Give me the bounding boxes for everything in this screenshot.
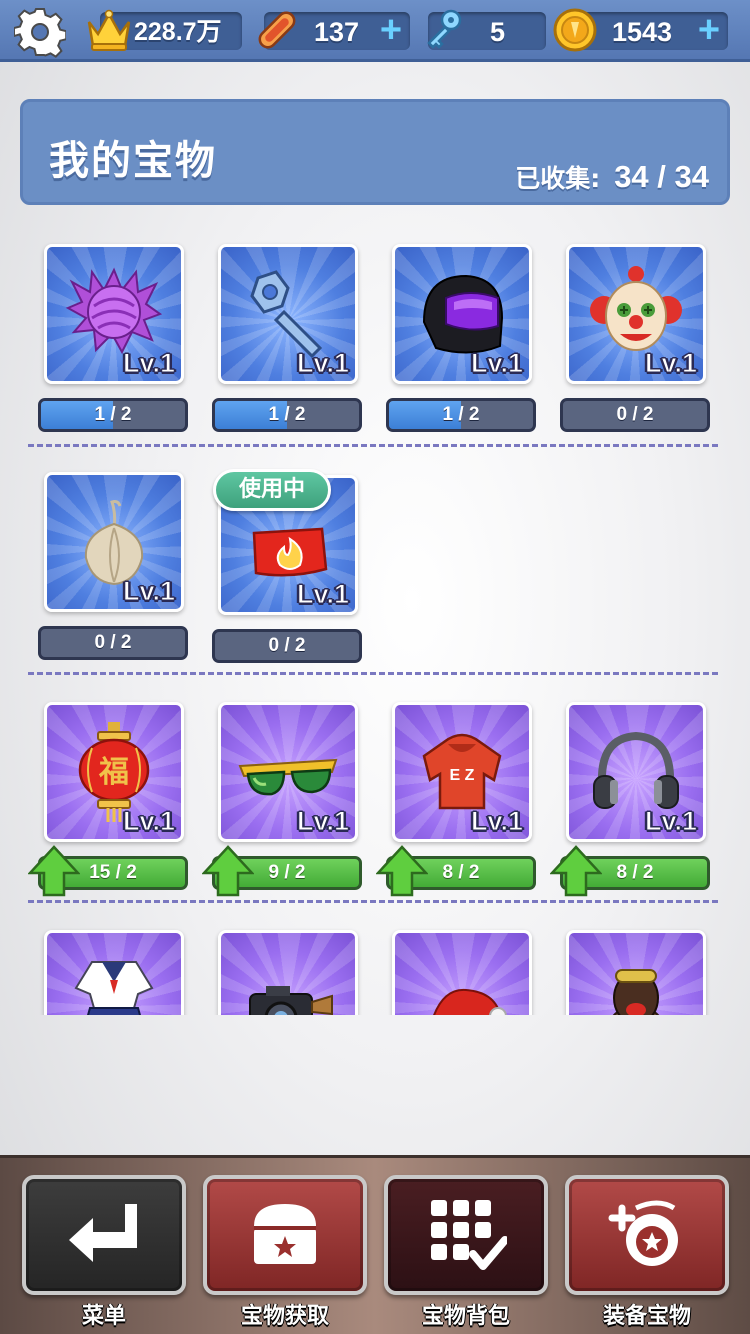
item-tile[interactable] [218, 930, 358, 1015]
menu-label: 菜单 [81, 1304, 126, 1329]
progress-text: 0 / 2 [616, 404, 654, 425]
item-level: Lv.1 [296, 348, 349, 379]
collected-value: 34 / 34 [614, 159, 709, 194]
crown-icon [87, 9, 131, 51]
treasure-acquire-button[interactable] [203, 1175, 367, 1295]
coin-icon [553, 8, 597, 52]
item-tile[interactable]: Lv.1 [566, 702, 706, 842]
skateboard-value: 137 [314, 17, 360, 47]
upgrade-arrow-icon[interactable] [376, 845, 428, 897]
item-progress-bar: 0 / 2 [38, 626, 188, 660]
item-tile[interactable] [566, 930, 706, 1015]
item-progress-bar: 1 / 2 [386, 398, 536, 432]
in-use-badge: 使用中 [213, 469, 331, 511]
equip-treasure-button[interactable] [565, 1175, 729, 1295]
progress-text: 1 / 2 [94, 404, 132, 425]
page-title: 我的宝物 [49, 138, 217, 184]
item-level: Lv.1 [296, 806, 349, 837]
sailor-uniform-icon [74, 961, 154, 1015]
item-tile[interactable] [392, 930, 532, 1015]
item-level: Lv.1 [644, 348, 697, 379]
item-tile[interactable]: 福 Lv.1 [44, 702, 184, 842]
bottom-navigation: 菜单 宝物获取 宝物背包 装备宝物 [0, 1155, 750, 1334]
item-tile[interactable]: Lv.1 [44, 472, 184, 612]
row-divider [28, 444, 718, 447]
return-arrow-icon [69, 1204, 137, 1262]
equip-treasure-icon [608, 1200, 678, 1266]
item-level: Lv.1 [122, 576, 175, 607]
treasure-bag-label: 宝物背包 [421, 1304, 510, 1329]
camera-icon [249, 986, 333, 1015]
item-progress-bar: 0 / 2 [560, 398, 710, 432]
progress-text: 0 / 2 [94, 632, 132, 653]
skateboard-icon [258, 11, 296, 49]
item-tile[interactable]: Lv.1 [218, 702, 358, 842]
grid-check-icon [431, 1200, 507, 1270]
item-tile[interactable]: Lv.1 [392, 244, 532, 384]
row-divider [28, 900, 718, 903]
treasure-header-panel: 我的宝物 已收集: 34 / 34 [20, 99, 730, 205]
item-level: Lv.1 [644, 806, 697, 837]
item-progress-bar: 0 / 2 [212, 629, 362, 663]
item-progress-bar: 1 / 2 [212, 398, 362, 432]
menu-button[interactable] [22, 1175, 186, 1295]
treasure-bag-button[interactable] [384, 1175, 548, 1295]
progress-text: 1 / 2 [442, 404, 480, 425]
crown-value: 228.7万 [134, 18, 222, 46]
progress-text: 1 / 2 [268, 404, 306, 425]
row-divider [28, 672, 718, 675]
item-level: Lv.1 [296, 579, 349, 610]
add-coin-button[interactable]: + [694, 11, 724, 49]
progress-text: 0 / 2 [268, 635, 306, 656]
upgrade-arrow-icon[interactable] [550, 845, 602, 897]
svg-text:E Z: E Z [450, 767, 475, 784]
item-progress-bar: 1 / 2 [38, 398, 188, 432]
upgrade-arrow-icon[interactable] [202, 845, 254, 897]
svg-text:福: 福 [98, 755, 129, 790]
coin-value: 1543 [612, 17, 673, 47]
treasure-acquire-label: 宝物获取 [240, 1304, 329, 1329]
item-tile[interactable] [44, 930, 184, 1015]
collected-count: 已收集: 34 / 34 [515, 159, 709, 195]
top-resource-bar: 228.7万 137 + 5 1543 + [0, 0, 750, 62]
treasure-grid[interactable]: Lv.1 1 / 2 Lv.1 1 / 2 Lv.1 1 / 2 Lv.1 0 … [0, 230, 750, 1015]
add-skateboard-button[interactable]: + [376, 11, 406, 49]
item-tile[interactable]: Lv.1 [44, 244, 184, 384]
key-value: 5 [490, 17, 506, 47]
equip-treasure-label: 装备宝物 [602, 1304, 691, 1329]
item-level: Lv.1 [122, 348, 175, 379]
key-icon [427, 9, 462, 49]
treasure-chest-icon [254, 1204, 316, 1264]
character-head-icon [612, 969, 660, 1015]
settings-gear-icon[interactable] [14, 6, 66, 58]
collected-label: 已收集: [515, 164, 601, 193]
item-level: Lv.1 [470, 348, 523, 379]
item-level: Lv.1 [470, 806, 523, 837]
santa-hat-icon [433, 988, 507, 1015]
item-tile[interactable]: Lv.1 [566, 244, 706, 384]
item-level: Lv.1 [122, 806, 175, 837]
item-tile[interactable]: Lv.1 [218, 244, 358, 384]
upgrade-arrow-icon[interactable] [28, 845, 80, 897]
item-tile[interactable]: E Z Lv.1 [392, 702, 532, 842]
